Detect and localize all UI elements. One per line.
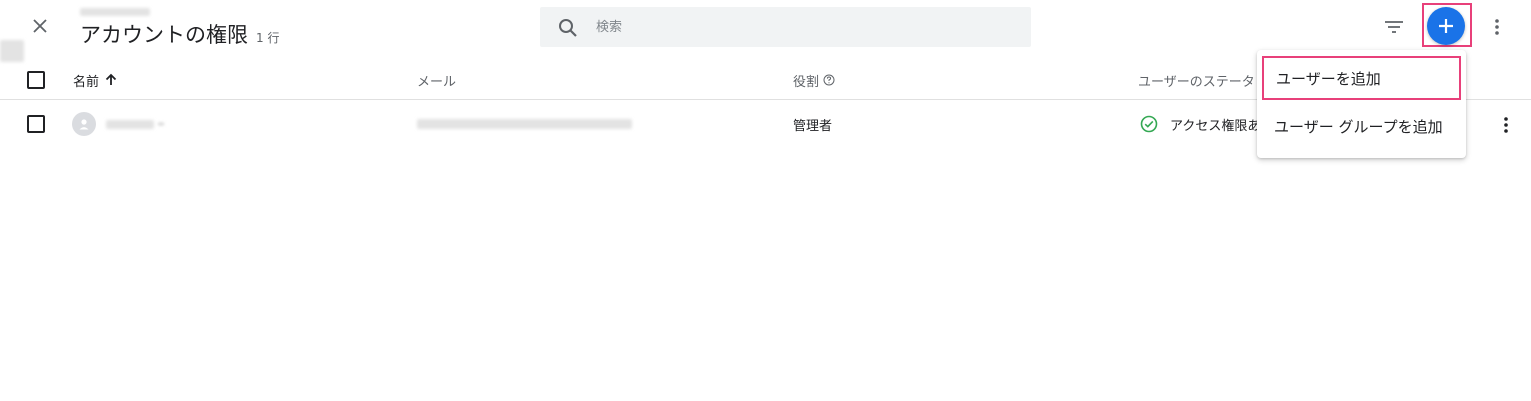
select-all-checkbox[interactable] [27, 71, 45, 89]
user-name-cell [72, 100, 164, 148]
check-circle-icon [1140, 115, 1158, 133]
menu-item-add-user[interactable]: ユーザーを追加 [1262, 56, 1461, 100]
select-all-cell [27, 60, 45, 100]
menu-item-add-user-group-label: ユーザー グループを追加 [1274, 117, 1443, 136]
arrow-up-icon [105, 73, 117, 85]
row-count: 1 行 [256, 31, 280, 45]
search-box[interactable] [540, 7, 1031, 47]
close-button[interactable] [26, 12, 54, 40]
more-options-button[interactable] [1486, 14, 1508, 40]
blurred-account-name [80, 8, 150, 16]
column-header-status-label: ユーザーのステータ [1138, 74, 1255, 90]
row-checkbox[interactable] [27, 115, 45, 133]
add-menu: ユーザーを追加 ユーザー グループを追加 [1257, 50, 1466, 158]
status-cell: アクセス権限あ [1140, 100, 1260, 148]
menu-item-add-user-label: ユーザーを追加 [1276, 69, 1381, 88]
row-more-button[interactable] [1496, 112, 1516, 138]
column-header-name-label: 名前 [73, 74, 100, 90]
more-vert-icon [1495, 19, 1499, 35]
filter-button[interactable] [1381, 14, 1407, 40]
add-button[interactable] [1427, 7, 1465, 45]
page-title: アカウントの権限 [80, 23, 248, 47]
column-header-email-label: メール [417, 74, 457, 90]
column-header-name[interactable]: 名前 [73, 60, 118, 100]
search-input[interactable] [596, 7, 1016, 47]
blurred-email [417, 119, 632, 129]
page-title-group: アカウントの権限 1 行 [80, 19, 279, 49]
search-icon [559, 19, 577, 37]
email-cell [417, 100, 632, 148]
menu-item-add-user-group[interactable]: ユーザー グループを追加 [1257, 104, 1466, 148]
column-header-status[interactable]: ユーザーのステータ [1138, 60, 1255, 100]
blurred-side-label [0, 40, 24, 62]
row-select-cell [27, 100, 45, 148]
status-value: アクセス権限あ [1170, 118, 1261, 134]
role-value: 管理者 [793, 118, 833, 134]
avatar [72, 112, 96, 136]
more-vert-icon [1504, 117, 1508, 133]
blurred-user-name [106, 119, 154, 129]
person-icon [79, 119, 89, 130]
column-header-role[interactable]: 役割 [793, 60, 835, 100]
close-icon [33, 19, 47, 33]
help-icon[interactable] [823, 74, 835, 86]
column-header-email[interactable]: メール [417, 60, 456, 100]
blurred-name-suffix [158, 123, 164, 125]
column-header-role-label: 役割 [793, 74, 820, 90]
plus-icon [1439, 19, 1453, 33]
role-cell: 管理者 [793, 100, 832, 148]
filter-icon [1385, 21, 1403, 33]
